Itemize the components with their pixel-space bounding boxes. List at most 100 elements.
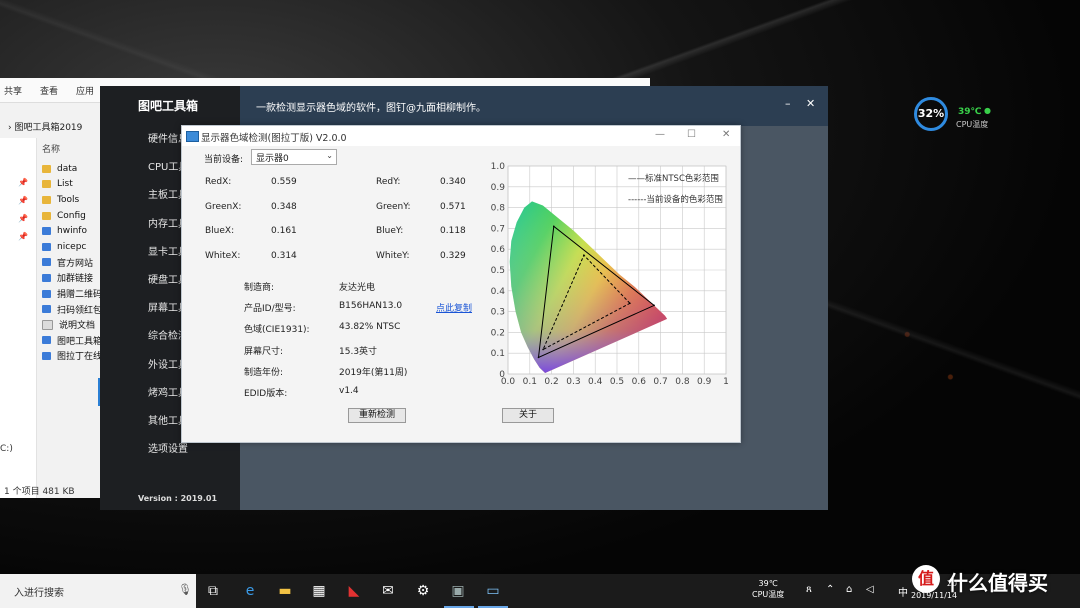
gamut-label: 色域(CIE1931):: [244, 325, 310, 335]
cie-chromaticity-chart: 0.0 0.1 0.2 0.3 0.4 0.5 0.6 0.7 0.8 0.9 100.10.20.…: [491, 162, 729, 387]
device-select[interactable]: 显示器0 ⌄: [251, 149, 337, 165]
taskbar-search-box[interactable]: 入进行搜索 🎙: [0, 574, 196, 608]
list-item[interactable]: nicepc: [42, 239, 100, 255]
list-item[interactable]: hwinfo: [42, 223, 100, 239]
folder-icon: [42, 164, 51, 173]
list-item-label: 说明文档: [59, 321, 96, 332]
column-header-name[interactable]: 名称: [42, 142, 100, 155]
list-item-label: Config: [57, 210, 86, 221]
x-tick-label: 0.9: [697, 377, 712, 387]
list-item[interactable]: 图拉丁在线: [42, 348, 100, 364]
list-item[interactable]: Tools: [42, 192, 100, 208]
toolbox-header-message: 一款检测显示器色域的软件，图钉@九面相柳制作。: [256, 103, 486, 114]
settings-gear-icon[interactable]: ⚙: [413, 581, 433, 601]
list-item[interactable]: 说明文档: [42, 317, 100, 333]
list-item-label: Tools: [57, 194, 80, 205]
people-icon[interactable]: ጸ: [806, 584, 812, 595]
green-y-value: 0.571: [440, 202, 466, 212]
toolbox-menu-item[interactable]: 综合检测: [148, 323, 184, 351]
about-button[interactable]: 关于: [502, 408, 554, 423]
copy-link[interactable]: 点此复制: [436, 301, 472, 314]
toolbox-menu-item[interactable]: 外设工具: [148, 352, 184, 380]
ribbon-tab-view[interactable]: 查看: [40, 84, 58, 97]
toolbox-menu-item[interactable]: 烤鸡工具: [148, 380, 184, 408]
dialog-minimize-button[interactable]: —: [655, 129, 665, 140]
list-item-label: 图拉丁在线: [57, 352, 100, 363]
blue-y-label: BlueY:: [376, 226, 404, 236]
toolbox-close-button[interactable]: ✕: [806, 97, 815, 110]
x-tick-label: 0.1: [523, 377, 537, 387]
list-item-label: 图吧工具箱: [57, 336, 100, 347]
microphone-icon[interactable]: 🎙: [178, 583, 192, 596]
mail-icon[interactable]: ✉: [378, 581, 398, 601]
y-tick-label: 0.3: [491, 308, 505, 318]
screen-size-label: 屏幕尺寸:: [244, 347, 284, 357]
drive-label[interactable]: C:): [0, 444, 13, 454]
list-item[interactable]: 加群链接: [42, 270, 100, 286]
toolbox-menu-item[interactable]: 内存工具: [148, 211, 184, 239]
model-label: 产品ID/型号:: [244, 304, 296, 314]
pin-icons: 📌 📌 📌 📌: [18, 178, 28, 241]
toolbox-header: 一款检测显示器色域的软件，图钉@九面相柳制作。 – ✕: [240, 86, 828, 126]
dialog-titlebar[interactable]: 显示器色域检测(图拉丁版) V2.0.0 — ☐ ✕: [182, 126, 740, 146]
toolbox-menu-item[interactable]: 其他工具: [148, 408, 184, 436]
gamut-vertex-point: [583, 254, 585, 257]
white-x-value: 0.314: [271, 251, 297, 261]
edge-icon[interactable]: e: [240, 581, 260, 601]
watermark-text: 什么值得买: [948, 571, 1048, 595]
input-language[interactable]: 中: [898, 584, 908, 599]
blue-y-value: 0.118: [440, 226, 466, 236]
site-watermark: 值 什么值得买: [912, 563, 1072, 597]
toolbox-menu-item[interactable]: 硬件信息: [148, 126, 184, 154]
x-tick-label: 0.5: [610, 377, 624, 387]
manufacture-date-value: 2019年(第11周): [339, 368, 408, 378]
toolbox-menu-item[interactable]: 主板工具: [148, 182, 184, 210]
list-item-label: nicepc: [57, 241, 87, 252]
network-icon[interactable]: ⌂: [846, 584, 852, 595]
list-item[interactable]: List: [42, 177, 100, 193]
ribbon-tab-share[interactable]: 共享: [4, 84, 22, 97]
task-view-icon[interactable]: ⧉: [203, 581, 223, 601]
tray-temp-label: CPU温度: [752, 590, 785, 599]
gamut-value: 43.82% NTSC: [339, 322, 401, 332]
game-icon[interactable]: ◣: [344, 581, 364, 601]
dialog-close-button[interactable]: ✕: [722, 129, 730, 140]
x-tick-label: 0.7: [653, 377, 667, 387]
red-y-label: RedY:: [376, 177, 401, 187]
search-text: 入进行搜索: [14, 588, 64, 599]
monitor-app-icon[interactable]: ▭: [483, 581, 503, 601]
redetect-button[interactable]: 重新检测: [348, 408, 406, 423]
list-item[interactable]: 扫码领红包: [42, 301, 100, 317]
list-item[interactable]: Config: [42, 208, 100, 224]
toolbox-menu-item[interactable]: 屏幕工具: [148, 295, 184, 323]
list-item[interactable]: 图吧工具箱: [42, 333, 100, 349]
x-tick-label: 0.3: [566, 377, 580, 387]
green-x-value: 0.348: [271, 202, 297, 212]
file-icon: [42, 289, 51, 298]
toolbox-menu-item[interactable]: 硬盘工具: [148, 267, 184, 295]
file-explorer-icon[interactable]: ▬: [275, 581, 295, 601]
toolbox-minimize-button[interactable]: –: [785, 97, 791, 110]
chevron-up-icon[interactable]: ⌃: [826, 584, 834, 595]
volume-icon[interactable]: ◁: [866, 584, 874, 595]
list-item[interactable]: data: [42, 161, 100, 177]
tray-temp-value: 39℃: [758, 579, 778, 588]
list-item[interactable]: 捐赠二维码: [42, 286, 100, 302]
explorer-address-bar[interactable]: › 图吧工具箱2019: [8, 120, 82, 133]
cpu-temp-value: 39℃: [958, 107, 982, 117]
cpu-temp-label: CPU温度: [956, 120, 989, 129]
toolbox-menu-item[interactable]: CPU工具: [148, 154, 184, 182]
dialog-maximize-button[interactable]: ☐: [687, 129, 696, 140]
store-icon[interactable]: ▦: [309, 581, 329, 601]
legend-entry: ------当前设备的色彩范围: [628, 194, 723, 205]
app-window-icon[interactable]: ▣: [448, 581, 468, 601]
list-item[interactable]: 官方网站: [42, 255, 100, 271]
white-y-value: 0.329: [440, 251, 466, 261]
ribbon-tab-apply[interactable]: 应用: [76, 84, 94, 97]
explorer-status: 1 个项目 481 KB: [4, 487, 75, 497]
tray-cpu-temp[interactable]: 39℃ CPU温度: [752, 578, 784, 600]
list-item-label: 加群链接: [57, 274, 94, 285]
edid-value: v1.4: [339, 386, 359, 396]
toolbox-menu-item[interactable]: 显卡工具: [148, 239, 184, 267]
gamut-vertex-point: [653, 304, 655, 307]
